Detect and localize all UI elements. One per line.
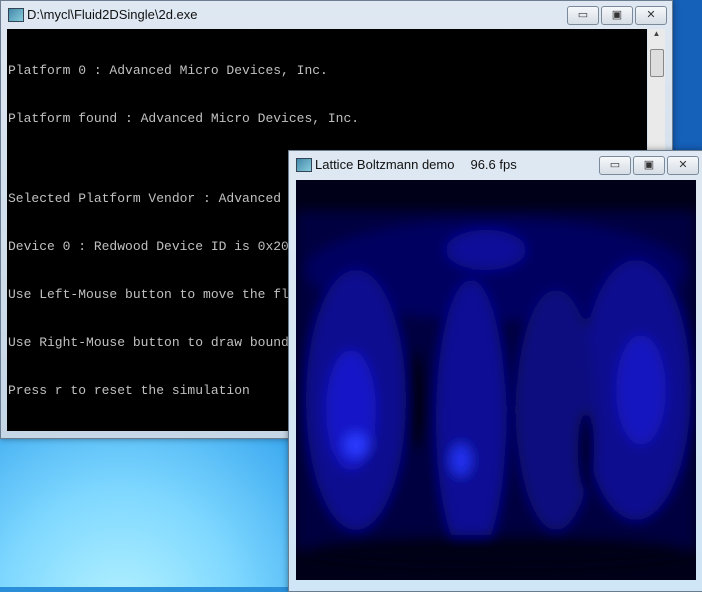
fps-readout: 96.6 fps xyxy=(470,157,517,172)
fluid-visualization[interactable] xyxy=(296,180,696,580)
fluid-simulation-canvas[interactable] xyxy=(296,180,696,580)
maximize-button[interactable]: ▣ xyxy=(601,6,633,25)
demo-window: Lattice Boltzmann demo 96.6 fps ▭ ▣ ✕ xyxy=(288,150,702,592)
maximize-button[interactable]: ▣ xyxy=(633,156,665,175)
console-app-icon xyxy=(8,8,24,22)
minimize-button[interactable]: ▭ xyxy=(599,156,631,175)
console-line: Platform 0 : Advanced Micro Devices, Inc… xyxy=(8,63,328,78)
close-button[interactable]: ✕ xyxy=(667,156,699,175)
demo-app-icon xyxy=(296,158,312,172)
minimize-button[interactable]: ▭ xyxy=(567,6,599,25)
scroll-up-arrow-icon[interactable]: ▲ xyxy=(648,29,665,38)
demo-window-title: Lattice Boltzmann demo 96.6 fps xyxy=(315,157,517,172)
console-line: Platform found : Advanced Micro Devices,… xyxy=(8,111,360,126)
scrollbar-thumb[interactable] xyxy=(650,49,664,77)
console-window-title: D:\mycl\Fluid2DSingle\2d.exe xyxy=(27,7,198,22)
close-button[interactable]: ✕ xyxy=(635,6,667,25)
